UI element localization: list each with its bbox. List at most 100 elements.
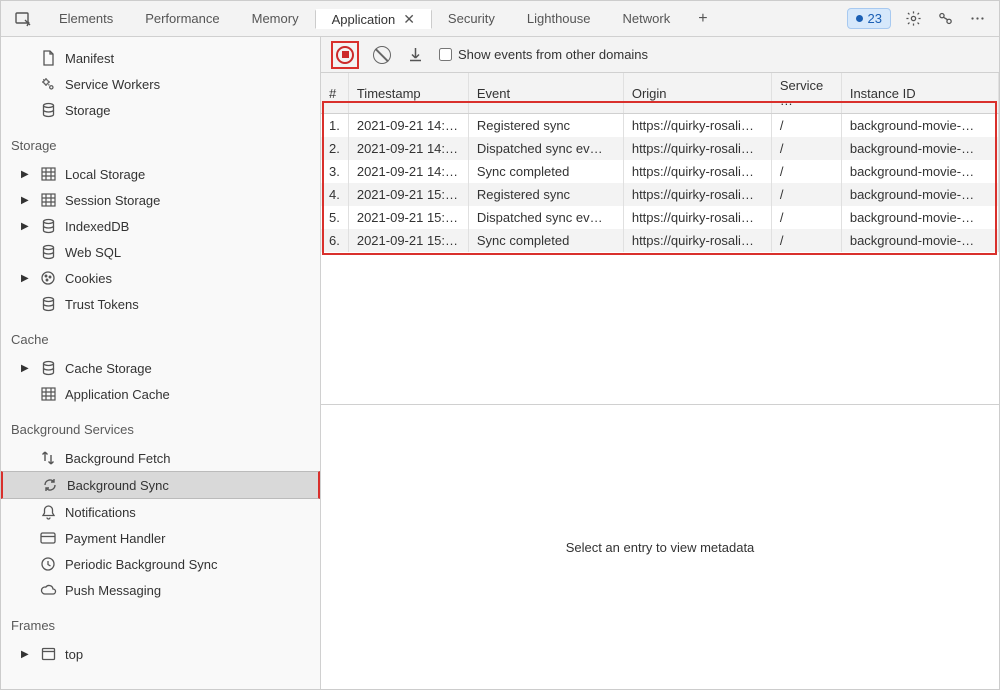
sidebar-item-background-fetch[interactable]: Background Fetch xyxy=(1,445,320,471)
details-pane: Select an entry to view metadata xyxy=(321,405,999,689)
tab-network[interactable]: Network xyxy=(607,9,687,28)
tab-security[interactable]: Security xyxy=(432,9,511,28)
tab-application[interactable]: Application ✕ xyxy=(315,9,432,29)
cell-event: Dispatched sync ev… xyxy=(468,137,623,160)
tree-label: Cookies xyxy=(65,271,112,286)
sidebar-item-local-storage[interactable]: ▶ Local Storage xyxy=(1,161,320,187)
save-button[interactable] xyxy=(405,45,425,65)
transfer-icon xyxy=(39,449,57,467)
inspect-icon[interactable] xyxy=(9,5,37,33)
expand-icon[interactable]: ▶ xyxy=(21,363,31,374)
table-row[interactable]: 4.2021-09-21 15:…Registered synchttps://… xyxy=(321,183,999,206)
col-header-event[interactable]: Event xyxy=(468,73,623,114)
tree-label: Web SQL xyxy=(65,245,121,260)
sidebar-item-payment-handler[interactable]: Payment Handler xyxy=(1,525,320,551)
tab-lighthouse[interactable]: Lighthouse xyxy=(511,9,607,28)
cell-ts: 2021-09-21 15:… xyxy=(348,229,468,252)
sidebar-item-indexeddb[interactable]: ▶ IndexedDB xyxy=(1,213,320,239)
sidebar-item-storage[interactable]: Storage xyxy=(1,97,320,123)
sidebar-item-web-sql[interactable]: Web SQL xyxy=(1,239,320,265)
table-row[interactable]: 6.2021-09-21 15:…Sync completedhttps://q… xyxy=(321,229,999,252)
close-icon[interactable]: ✕ xyxy=(403,11,415,28)
gears-icon xyxy=(39,75,57,93)
cell-event: Registered sync xyxy=(468,183,623,206)
cloud-icon xyxy=(39,581,57,599)
tab-elements[interactable]: Elements xyxy=(43,9,129,28)
grid-icon xyxy=(39,191,57,209)
clear-button[interactable] xyxy=(373,46,391,64)
table-body: 1.2021-09-21 14:…Registered synchttps://… xyxy=(321,114,999,253)
sidebar-item-application-cache[interactable]: Application Cache xyxy=(1,381,320,407)
customize-icon[interactable] xyxy=(935,9,955,29)
cell-instance: background-movie-… xyxy=(841,160,998,183)
cell-idx: 5. xyxy=(321,206,348,229)
sidebar-item-top-frame[interactable]: ▶ top xyxy=(1,641,320,667)
sidebar-item-cookies[interactable]: ▶ Cookies xyxy=(1,265,320,291)
tree-label: Notifications xyxy=(65,505,136,520)
expand-icon[interactable]: ▶ xyxy=(21,649,31,660)
expand-icon[interactable]: ▶ xyxy=(21,221,31,232)
main-toolbar: Elements Performance Memory Application … xyxy=(1,1,999,37)
clock-icon xyxy=(39,555,57,573)
tab-memory[interactable]: Memory xyxy=(236,9,315,28)
events-table-container: # Timestamp Event Origin Service … Insta… xyxy=(321,73,999,405)
cell-idx: 6. xyxy=(321,229,348,252)
document-icon xyxy=(39,49,57,67)
more-icon[interactable] xyxy=(967,9,987,29)
sidebar-item-manifest[interactable]: Manifest xyxy=(1,45,320,71)
tab-label: Application xyxy=(332,12,396,27)
cell-service: / xyxy=(771,206,841,229)
gear-icon[interactable] xyxy=(903,9,923,29)
sidebar-item-background-sync[interactable]: Background Sync xyxy=(1,471,320,499)
expand-icon[interactable]: ▶ xyxy=(21,195,31,206)
database-icon xyxy=(39,359,57,377)
col-header-origin[interactable]: Origin xyxy=(623,73,771,114)
sidebar-item-push-messaging[interactable]: Push Messaging xyxy=(1,577,320,603)
cell-service: / xyxy=(771,137,841,160)
col-header-service[interactable]: Service … xyxy=(771,73,841,114)
table-row[interactable]: 3.2021-09-21 14:…Sync completedhttps://q… xyxy=(321,160,999,183)
record-button[interactable] xyxy=(331,41,359,69)
show-other-domains-checkbox[interactable]: Show events from other domains xyxy=(439,47,648,62)
issue-dot-icon xyxy=(856,15,863,22)
tab-performance[interactable]: Performance xyxy=(129,9,235,28)
card-icon xyxy=(39,529,57,547)
sidebar-item-notifications[interactable]: Notifications xyxy=(1,499,320,525)
record-icon xyxy=(336,46,354,64)
sidebar-item-session-storage[interactable]: ▶ Session Storage xyxy=(1,187,320,213)
expand-icon[interactable]: ▶ xyxy=(21,169,31,180)
table-row[interactable]: 2.2021-09-21 14:…Dispatched sync ev…http… xyxy=(321,137,999,160)
issues-badge[interactable]: 23 xyxy=(847,8,891,29)
cookie-icon xyxy=(39,269,57,287)
sidebar-group-frames: Frames xyxy=(1,603,320,641)
expand-icon[interactable]: ▶ xyxy=(21,273,31,284)
cell-event: Sync completed xyxy=(468,229,623,252)
main-panel: Show events from other domains # Timesta… xyxy=(321,37,999,689)
checkbox-input[interactable] xyxy=(439,48,452,61)
col-header-index[interactable]: # xyxy=(321,73,348,114)
cell-event: Sync completed xyxy=(468,160,623,183)
cell-instance: background-movie-… xyxy=(841,137,998,160)
table-row[interactable]: 1.2021-09-21 14:…Registered synchttps://… xyxy=(321,114,999,138)
table-row[interactable]: 5.2021-09-21 15:…Dispatched sync ev…http… xyxy=(321,206,999,229)
cell-instance: background-movie-… xyxy=(841,183,998,206)
sidebar-group-bg-services: Background Services xyxy=(1,407,320,445)
tree-label: Local Storage xyxy=(65,167,145,182)
col-header-instance[interactable]: Instance ID xyxy=(841,73,998,114)
application-sidebar: Manifest Service Workers Storage Storage… xyxy=(1,37,321,689)
sidebar-item-periodic-background-sync[interactable]: Periodic Background Sync xyxy=(1,551,320,577)
tree-label: Background Fetch xyxy=(65,451,171,466)
bell-icon xyxy=(39,503,57,521)
more-tabs-button[interactable]: + xyxy=(686,9,719,28)
cell-service: / xyxy=(771,160,841,183)
sidebar-item-service-workers[interactable]: Service Workers xyxy=(1,71,320,97)
cell-event: Dispatched sync ev… xyxy=(468,206,623,229)
tree-label: Cache Storage xyxy=(65,361,152,376)
col-header-timestamp[interactable]: Timestamp xyxy=(348,73,468,114)
cell-event: Registered sync xyxy=(468,114,623,138)
sidebar-item-cache-storage[interactable]: ▶ Cache Storage xyxy=(1,355,320,381)
cell-ts: 2021-09-21 14:… xyxy=(348,160,468,183)
cell-ts: 2021-09-21 15:… xyxy=(348,183,468,206)
cell-instance: background-movie-… xyxy=(841,229,998,252)
sidebar-item-trust-tokens[interactable]: Trust Tokens xyxy=(1,291,320,317)
